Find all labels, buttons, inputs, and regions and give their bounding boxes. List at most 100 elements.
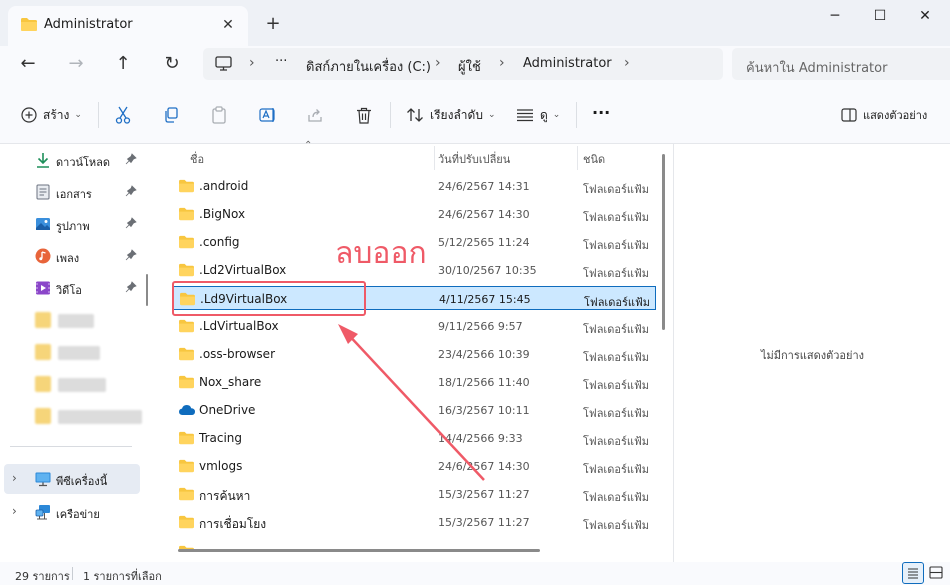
file-type: โฟลเดอร์แฟ้ม — [583, 183, 649, 196]
minimize-button[interactable]: ─ — [813, 6, 857, 26]
toolbar-divider — [98, 102, 99, 128]
table-row[interactable]: Nox_share 18/1/2566 11:40 โฟลเดอร์แฟ้ม — [172, 370, 656, 394]
sidebar-item-label: พีซีเครื่องนี้ — [56, 475, 108, 488]
sidebar-item-this-pc[interactable]: › พีซีเครื่องนี้ — [4, 464, 140, 494]
sidebar-scrollbar[interactable] — [146, 274, 148, 306]
toolbar-divider — [390, 102, 391, 128]
table-row[interactable]: การค้นหา 15/3/2567 11:27 โฟลเดอร์แฟ้ม — [172, 482, 656, 506]
view-button[interactable]: ดู ⌄ — [516, 104, 560, 126]
pin-icon[interactable] — [125, 185, 137, 197]
folder-icon — [20, 17, 38, 35]
file-date-modified: 4/11/2567 15:45 — [439, 293, 531, 306]
command-bar: สร้าง ⌄ เรียงลำดับ ⌄ ดู ⌄ ··· แสดงตัวอย่… — [0, 86, 950, 144]
new-tab-button[interactable]: + — [262, 13, 284, 35]
status-bar: 29 รายการ 1 รายการที่เลือก — [0, 562, 950, 585]
breadcrumb-more[interactable]: ··· — [275, 54, 287, 69]
sidebar-item-videos[interactable]: วิดีโอ — [0, 274, 145, 302]
tab-close-button[interactable]: ✕ — [218, 15, 238, 35]
share-button[interactable] — [307, 104, 323, 126]
table-row[interactable]: Tracing 14/4/2566 9:33 โฟลเดอร์แฟ้ม — [172, 426, 656, 450]
file-date-modified: 15/3/2567 11:27 — [438, 516, 530, 529]
sidebar-item-network[interactable]: › เครือข่าย — [0, 498, 145, 526]
cut-button[interactable] — [115, 104, 131, 126]
search-placeholder: ค้นหาใน Administrator — [746, 61, 888, 76]
annotation-highlight-box — [172, 281, 366, 316]
new-button[interactable]: สร้าง ⌄ — [21, 104, 82, 126]
computer-icon — [35, 471, 51, 487]
new-button-label: สร้าง — [43, 107, 70, 122]
table-row[interactable]: .oss-browser 23/4/2566 10:39 โฟลเดอร์แฟ้ม — [172, 342, 656, 366]
folder-icon — [178, 263, 195, 280]
blurred-folder-icon — [35, 408, 51, 424]
address-bar[interactable]: › ··· ดิสก์ภายในเครื่อง (C:) › ผู้ใช้ › … — [203, 48, 723, 80]
forward-button[interactable]: → — [63, 53, 89, 75]
music-icon — [35, 248, 51, 264]
breadcrumb-item-users[interactable]: ผู้ใช้ — [458, 56, 481, 77]
sidebar-item-blurred[interactable] — [0, 370, 145, 398]
search-input[interactable]: ค้นหาใน Administrator — [732, 48, 950, 80]
sidebar-item-music[interactable]: เพลง — [0, 242, 145, 270]
up-button[interactable]: ↑ — [110, 53, 136, 75]
chevron-right-icon[interactable]: › — [12, 504, 17, 518]
file-type: โฟลเดอร์แฟ้ม — [584, 296, 650, 309]
details-pane-button[interactable]: แสดงตัวอย่าง — [841, 104, 927, 126]
file-type: โฟลเดอร์แฟ้ม — [583, 407, 649, 420]
file-name: OneDrive — [199, 403, 256, 417]
table-row[interactable]: OneDrive 16/3/2567 10:11 โฟลเดอร์แฟ้ม — [172, 398, 656, 422]
column-header-type[interactable]: ชนิด — [583, 150, 605, 168]
sidebar-item-downloads[interactable]: ดาวน์โหลด — [0, 146, 145, 174]
tiles-view-button[interactable] — [926, 562, 948, 584]
document-icon — [35, 184, 51, 200]
rename-icon — [259, 107, 277, 123]
tab-administrator[interactable]: Administrator ✕ — [8, 6, 248, 46]
view-list-icon — [516, 108, 534, 122]
sidebar-item-label: รูปภาพ — [56, 220, 90, 233]
back-button[interactable]: ← — [15, 53, 41, 75]
pin-icon[interactable] — [125, 281, 137, 293]
vertical-scrollbar[interactable] — [662, 154, 665, 330]
sort-button-label: เรียงลำดับ — [430, 107, 483, 122]
maximize-button[interactable]: ☐ — [858, 6, 902, 26]
sidebar-item-blurred[interactable] — [0, 402, 145, 430]
sidebar-item-blurred[interactable] — [0, 338, 145, 366]
pin-icon[interactable] — [125, 249, 137, 261]
file-name: .config — [199, 235, 240, 249]
rename-button[interactable] — [259, 104, 277, 126]
column-divider[interactable] — [577, 146, 578, 170]
table-row[interactable]: .android 24/6/2567 14:31 โฟลเดอร์แฟ้ม — [172, 174, 656, 198]
file-type: โฟลเดอร์แฟ้ม — [583, 463, 649, 476]
sidebar-item-label: วิดีโอ — [56, 284, 82, 297]
pin-icon[interactable] — [125, 217, 137, 229]
column-divider[interactable] — [434, 146, 435, 170]
more-options-button[interactable]: ··· — [592, 101, 610, 123]
breadcrumb-item-drive-c[interactable]: ดิสก์ภายในเครื่อง (C:) — [306, 56, 431, 77]
file-name: .LdVirtualBox — [199, 319, 279, 333]
sort-ascending-icon: ⌃ — [304, 140, 313, 151]
column-header-date-modified[interactable]: วันที่ปรับเปลี่ยน — [438, 150, 510, 168]
sort-button[interactable]: เรียงลำดับ ⌄ — [406, 104, 496, 126]
breadcrumb-item-administrator[interactable]: Administrator — [523, 56, 612, 71]
table-row[interactable]: vmlogs 24/6/2567 14:30 โฟลเดอร์แฟ้ม — [172, 454, 656, 478]
refresh-button[interactable]: ↻ — [159, 53, 185, 75]
sidebar-item-documents[interactable]: เอกสาร — [0, 178, 145, 206]
file-name: Tracing — [199, 431, 243, 445]
paste-button[interactable] — [211, 104, 227, 126]
copy-button[interactable] — [163, 104, 179, 126]
add-icon — [21, 107, 37, 123]
horizontal-scrollbar[interactable] — [178, 549, 540, 552]
file-date-modified: 23/4/2566 10:39 — [438, 348, 530, 361]
table-row[interactable]: .BigNox 24/6/2567 14:30 โฟลเดอร์แฟ้ม — [172, 202, 656, 226]
pin-icon[interactable] — [125, 153, 137, 165]
close-window-button[interactable]: ✕ — [903, 6, 947, 26]
table-row[interactable]: .LdVirtualBox 9/11/2566 9:57 โฟลเดอร์แฟ้ม — [172, 314, 656, 338]
chevron-right-icon[interactable]: › — [12, 471, 17, 485]
sidebar-item-pictures[interactable]: รูปภาพ — [0, 210, 145, 238]
file-name: .android — [199, 179, 249, 193]
delete-button[interactable] — [356, 104, 372, 126]
sidebar-item-blurred[interactable] — [0, 306, 145, 334]
column-header-name[interactable]: ชื่อ — [190, 150, 204, 168]
table-row[interactable]: การเชื่อมโยง 15/3/2567 11:27 โฟลเดอร์แฟ้ม — [172, 510, 656, 534]
details-view-button[interactable] — [902, 562, 924, 584]
file-name: Nox_share — [199, 375, 262, 389]
preview-pane: ไม่มีการแสดงตัวอย่าง — [673, 144, 950, 562]
